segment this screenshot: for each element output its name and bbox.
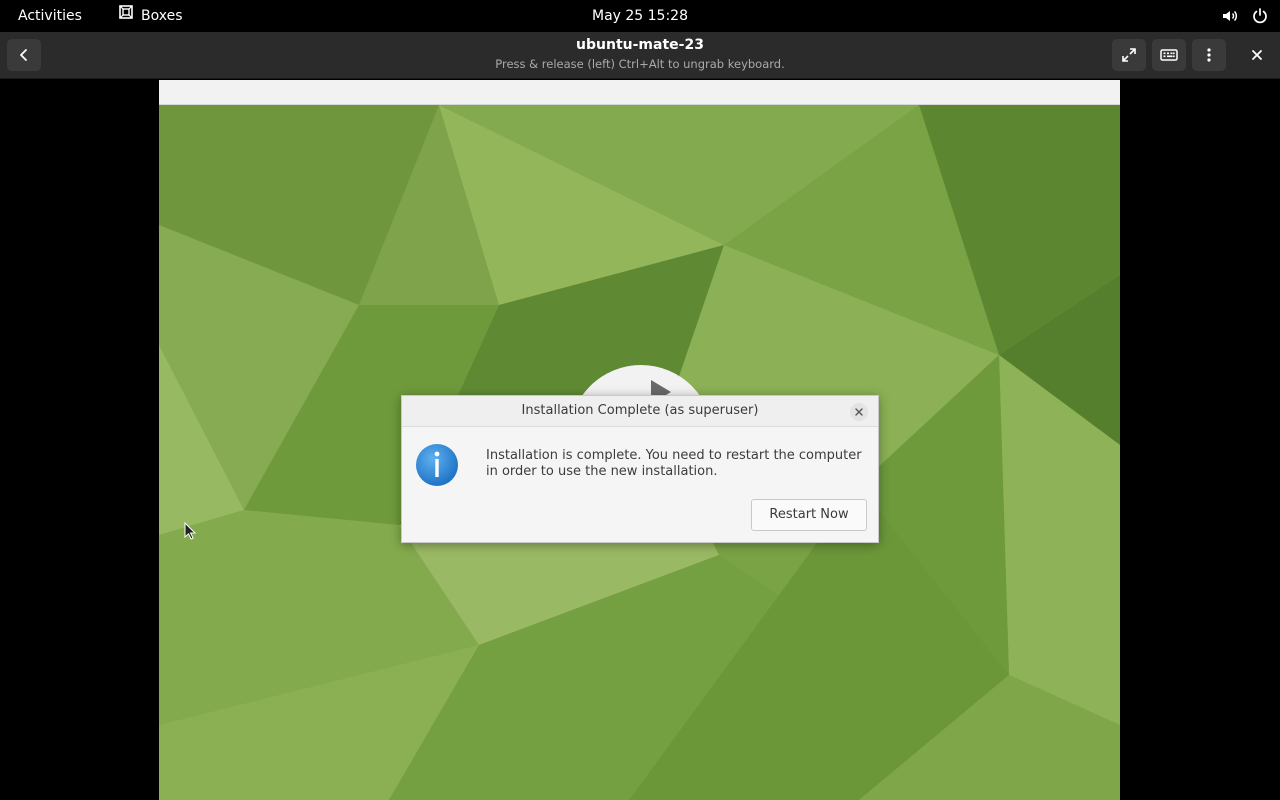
fullscreen-icon	[1122, 48, 1136, 62]
dialog-title: Installation Complete (as superuser)	[521, 403, 759, 418]
back-icon	[20, 49, 27, 61]
vm-top-panel	[159, 80, 1120, 105]
vm-display[interactable]: Installation Complete (as superuser) Ins…	[159, 80, 1120, 800]
app-menu-label: Boxes	[141, 8, 183, 24]
top-bar: Activities Boxes May 25 15:28	[0, 0, 1280, 32]
info-icon	[416, 444, 458, 486]
vm-title: ubuntu-mate-23	[576, 37, 704, 53]
mouse-pointer-icon	[184, 522, 196, 540]
menu-button[interactable]	[1192, 39, 1226, 71]
dialog-close-button[interactable]	[850, 403, 868, 421]
system-menu[interactable]	[1220, 4, 1270, 28]
close-icon	[855, 408, 863, 416]
boxes-header-bar: ubuntu-mate-23 Press & release (left) Ct…	[0, 32, 1280, 79]
activities-button[interactable]: Activities	[8, 4, 92, 28]
boxes-app-icon	[118, 4, 134, 28]
ungrab-hint: Press & release (left) Ctrl+Alt to ungra…	[495, 57, 785, 71]
restart-now-button[interactable]: Restart Now	[751, 499, 867, 531]
app-menu-button[interactable]: Boxes	[110, 4, 191, 28]
power-icon	[1250, 6, 1270, 26]
close-icon	[1252, 50, 1262, 60]
fullscreen-button[interactable]	[1112, 39, 1146, 71]
keyboard-button[interactable]	[1152, 39, 1186, 71]
clock[interactable]: May 25 15:28	[580, 4, 700, 28]
back-button[interactable]	[7, 39, 41, 71]
kebab-menu-icon	[1207, 48, 1211, 62]
dialog-titlebar: Installation Complete (as superuser)	[402, 396, 878, 427]
dialog-message: Installation is complete. You need to re…	[486, 448, 862, 479]
volume-icon	[1220, 6, 1240, 26]
close-button[interactable]	[1240, 39, 1274, 71]
installation-complete-dialog: Installation Complete (as superuser) Ins…	[401, 395, 879, 543]
keyboard-icon	[1160, 49, 1178, 61]
